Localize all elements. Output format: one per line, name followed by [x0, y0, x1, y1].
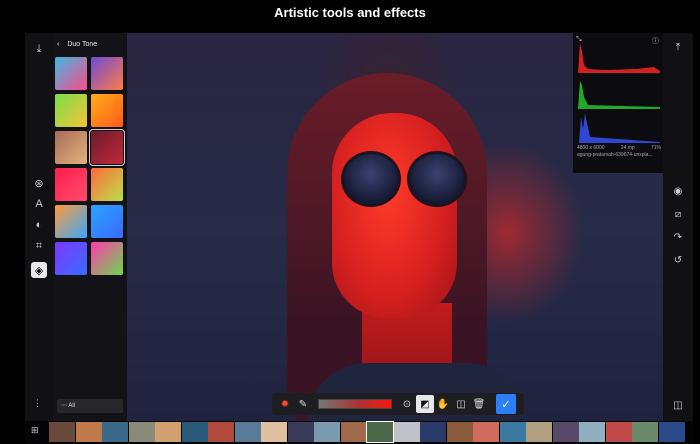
film-thumbnail[interactable]	[605, 422, 632, 442]
strikethrough-icon[interactable]: ⧄	[671, 207, 685, 221]
share-icon[interactable]: ⤒	[671, 40, 685, 54]
duotone-preset[interactable]	[55, 242, 87, 275]
book-icon[interactable]: ◫	[452, 395, 470, 413]
film-thumbnail[interactable]	[393, 422, 420, 442]
undo-icon[interactable]: ↺	[671, 253, 685, 267]
film-thumbnail[interactable]	[473, 422, 499, 442]
left-tool-rail: ⤓ ⊛ A ◐ ⌗ ◈	[25, 33, 53, 421]
duotone-preset[interactable]	[55, 131, 87, 164]
image-info: 4800 x 6000 24 mp 71% agung-pratamah-639…	[577, 145, 661, 158]
hand-icon[interactable]: ✋	[434, 395, 452, 413]
film-thumbnail[interactable]	[102, 422, 128, 442]
film-thumbnail[interactable]	[632, 422, 658, 442]
camera-icon[interactable]: ◉	[671, 184, 685, 198]
film-thumbnail[interactable]	[49, 422, 75, 442]
effects-icon[interactable]: ⊛	[31, 175, 47, 191]
more-icon[interactable]: ⋮	[33, 398, 42, 409]
duotone-preset[interactable]	[55, 57, 87, 90]
page-title: Artistic tools and effects	[274, 5, 426, 20]
mask-icon[interactable]: ◩	[416, 395, 434, 413]
film-thumbnail[interactable]	[261, 422, 287, 442]
compare-icon[interactable]: ◫	[671, 398, 685, 412]
brush-size-slider[interactable]	[318, 399, 392, 409]
filmstrip: ⊞	[25, 421, 693, 444]
film-thumbnail[interactable]	[526, 422, 552, 442]
duotone-preset[interactable]	[91, 94, 123, 127]
duotone-preset[interactable]	[89, 129, 125, 166]
confirm-button[interactable]: ✓	[496, 394, 516, 414]
brush-icon[interactable]: ✎	[294, 395, 312, 413]
duotone-preset[interactable]	[91, 168, 123, 201]
film-thumbnail[interactable]	[314, 422, 340, 442]
duotone-preset[interactable]	[91, 242, 123, 275]
film-thumbnail[interactable]	[366, 421, 394, 443]
duotone-preset[interactable]	[55, 168, 87, 201]
duotone-preset[interactable]	[91, 205, 123, 238]
redo-icon[interactable]: ↷	[671, 230, 685, 244]
film-thumbnail[interactable]	[340, 422, 367, 442]
duotone-preset[interactable]	[55, 94, 87, 127]
download-icon[interactable]: ⤓	[31, 41, 47, 57]
film-thumbnail[interactable]	[552, 422, 579, 442]
text-icon[interactable]: A	[31, 196, 47, 212]
film-thumbnail[interactable]	[287, 422, 314, 442]
retouch-icon[interactable]: ◐	[31, 217, 47, 233]
duotone-preset[interactable]	[91, 57, 123, 90]
film-thumbnail[interactable]	[658, 422, 685, 442]
brush-color-icon[interactable]: ✹	[276, 395, 294, 413]
film-thumbnail[interactable]	[181, 422, 208, 442]
panel-title: Duo Tone	[67, 41, 98, 48]
film-thumbnail[interactable]	[208, 422, 234, 442]
brush-toolbar: ✹ ✎ ⊙ ◩ ✋ ◫ 🗑 ✓	[272, 393, 524, 415]
crop-icon[interactable]: ⌗	[31, 238, 47, 254]
histogram-panel: ⤡ ⓘ 4800 x 6000 24 mp 71% agung-pratamah…	[573, 33, 663, 173]
film-thumbnail[interactable]	[155, 422, 181, 442]
red-histogram	[576, 43, 660, 73]
film-thumbnail[interactable]	[420, 422, 446, 442]
film-thumbnail[interactable]	[128, 422, 155, 442]
filter-select[interactable]: ⋯ All	[57, 399, 123, 413]
green-histogram	[576, 81, 660, 109]
layers-icon[interactable]: ◈	[31, 262, 47, 278]
blue-histogram	[576, 113, 660, 143]
film-thumbnail[interactable]	[446, 422, 473, 442]
import-icon[interactable]: ⊞	[31, 425, 39, 436]
duotone-panel: ‹ Duo Tone ⋯ All	[53, 33, 127, 421]
film-thumbnail[interactable]	[234, 422, 261, 442]
target-icon[interactable]: ⊙	[398, 395, 416, 413]
film-thumbnail[interactable]	[75, 422, 102, 442]
trash-icon[interactable]: 🗑	[470, 395, 488, 413]
film-thumbnail[interactable]	[579, 422, 605, 442]
back-chevron-icon[interactable]: ‹	[57, 41, 59, 48]
film-thumbnail[interactable]	[499, 422, 526, 442]
duotone-preset[interactable]	[55, 205, 87, 238]
